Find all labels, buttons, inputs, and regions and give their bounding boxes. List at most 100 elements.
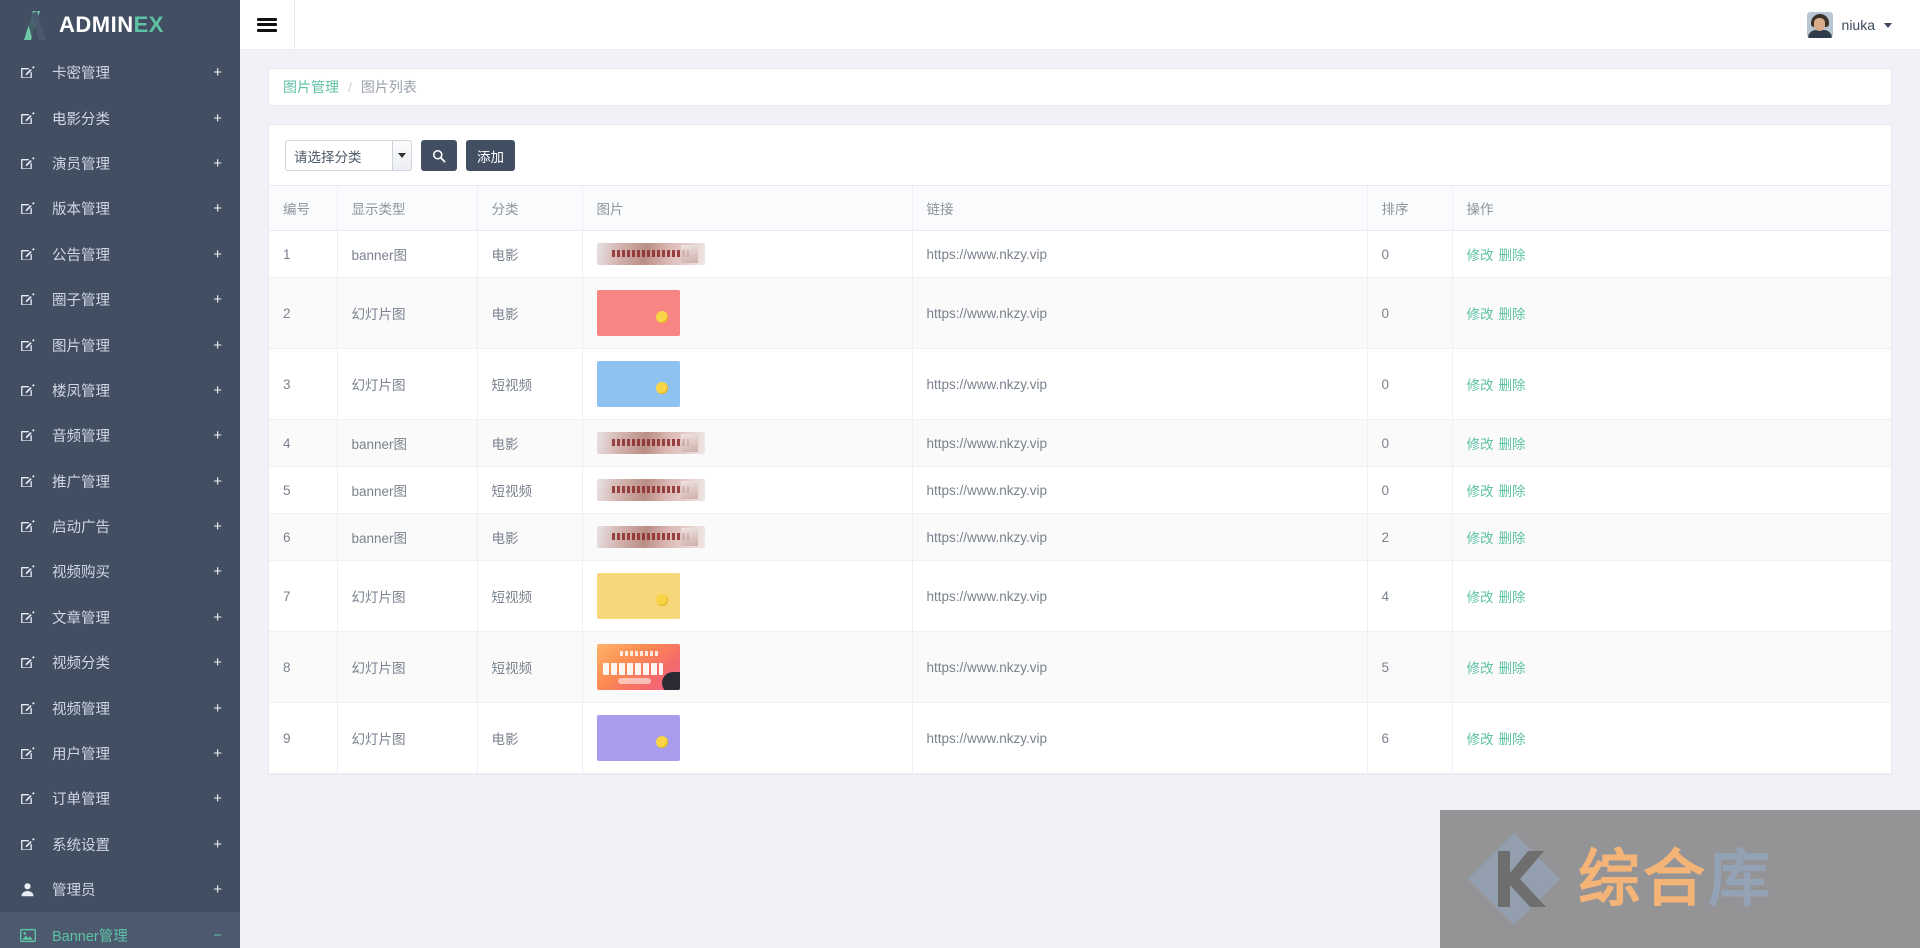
edit-link[interactable]: 修改 — [1467, 378, 1494, 393]
edit-link[interactable]: 修改 — [1467, 661, 1494, 676]
sidebar-item-3[interactable]: 演员管理 + — [0, 141, 240, 186]
delete-link[interactable]: 删除 — [1499, 307, 1526, 322]
brand-logo-area[interactable]: ADMINEX — [0, 0, 240, 50]
edit-link[interactable]: 修改 — [1467, 307, 1494, 322]
sidebar-item-expand-icon[interactable]: + — [213, 564, 222, 579]
sidebar-item-15[interactable]: 视频管理 + — [0, 685, 240, 730]
sidebar-item-expand-icon[interactable]: + — [213, 882, 222, 897]
edit-square-icon — [20, 474, 40, 489]
sidebar-item-20[interactable]: Banner管理 − — [0, 912, 240, 948]
sidebar-item-4[interactable]: 版本管理 + — [0, 186, 240, 231]
sidebar-item-label: 卡密管理 — [52, 66, 110, 83]
sidebar-item-17[interactable]: 订单管理 + — [0, 776, 240, 821]
column-header-id[interactable]: 编号 — [269, 185, 337, 231]
sidebar-item-expand-icon[interactable]: + — [213, 701, 222, 716]
breadcrumb-current: 图片列表 — [360, 79, 417, 95]
sidebar-item-11[interactable]: 启动广告 + — [0, 504, 240, 549]
sidebar-item-10[interactable]: 推广管理 + — [0, 459, 240, 504]
breadcrumb-root-link[interactable]: 图片管理 — [283, 77, 339, 97]
row-thumbnail-slide[interactable] — [596, 361, 680, 407]
cell-type: banner图 — [336, 419, 477, 467]
sidebar-item-expand-icon[interactable]: + — [213, 610, 222, 625]
cell-link: https://www.nkzy.vip — [911, 631, 1367, 703]
row-thumbnail-banner[interactable] — [596, 526, 705, 548]
sidebar-item-expand-icon[interactable]: + — [213, 837, 222, 852]
delete-link[interactable]: 删除 — [1499, 484, 1526, 499]
row-thumbnail-promo[interactable] — [596, 644, 680, 690]
sidebar-item-expand-icon[interactable]: + — [213, 428, 222, 443]
category-select-dropdown-button[interactable] — [393, 140, 412, 171]
sidebar-item-8[interactable]: 楼凤管理 + — [0, 368, 240, 413]
sidebar-item-1[interactable]: 卡密管理 + — [0, 50, 240, 95]
row-thumbnail-banner[interactable] — [596, 479, 705, 501]
column-header-image[interactable]: 图片 — [581, 185, 912, 231]
sidebar-item-expand-icon[interactable]: + — [213, 247, 222, 262]
sidebar-item-5[interactable]: 公告管理 + — [0, 232, 240, 277]
sidebar-item-12[interactable]: 视频购买 + — [0, 549, 240, 594]
row-thumbnail-slide[interactable] — [596, 715, 680, 761]
sidebar-item-expand-icon[interactable]: + — [213, 474, 222, 489]
sidebar-item-13[interactable]: 文章管理 + — [0, 595, 240, 640]
column-header-sort[interactable]: 排序 — [1366, 185, 1452, 231]
edit-link[interactable]: 修改 — [1467, 484, 1494, 499]
delete-link[interactable]: 删除 — [1499, 661, 1526, 676]
column-header-type[interactable]: 显示类型 — [336, 185, 477, 231]
search-button[interactable] — [421, 140, 457, 171]
edit-link[interactable]: 修改 — [1467, 248, 1494, 263]
breadcrumb-separator: / — [348, 79, 352, 95]
delete-link[interactable]: 删除 — [1499, 378, 1526, 393]
sidebar-item-2[interactable]: 电影分类 + — [0, 95, 240, 140]
category-select[interactable]: 请选择分类 — [285, 140, 412, 171]
brand-name-accent: EX — [133, 12, 164, 37]
sidebar-item-6[interactable]: 圈子管理 + — [0, 277, 240, 322]
sidebar-item-9[interactable]: 音频管理 + — [0, 413, 240, 458]
delete-link[interactable]: 删除 — [1499, 248, 1526, 263]
sidebar-item-16[interactable]: 用户管理 + — [0, 731, 240, 776]
topbar-divider — [294, 0, 295, 50]
sidebar-item-18[interactable]: 系统设置 + — [0, 822, 240, 867]
sidebar-item-14[interactable]: 视频分类 + — [0, 640, 240, 685]
row-thumbnail-banner[interactable] — [596, 243, 705, 265]
sidebar-item-19[interactable]: 管理员 + — [0, 867, 240, 912]
sidebar-item-expand-icon[interactable]: + — [213, 65, 222, 80]
sidebar-item-expand-icon[interactable]: + — [213, 292, 222, 307]
sidebar-item-expand-icon[interactable]: + — [213, 746, 222, 761]
delete-link[interactable]: 删除 — [1499, 437, 1526, 452]
add-button[interactable]: 添加 — [466, 140, 515, 171]
user-menu[interactable]: niuka — [1806, 11, 1920, 38]
row-thumbnail-banner[interactable] — [596, 432, 705, 454]
menu-toggle-button[interactable] — [240, 0, 294, 50]
sidebar-item-expand-icon[interactable]: + — [213, 156, 222, 171]
edit-link[interactable]: 修改 — [1467, 590, 1494, 605]
sidebar-item-expand-icon[interactable]: + — [213, 791, 222, 806]
cell-link: https://www.nkzy.vip — [911, 702, 1367, 774]
edit-square-icon — [20, 338, 40, 353]
row-thumbnail-slide[interactable] — [596, 290, 680, 336]
cell-type: banner图 — [336, 230, 477, 278]
sidebar-item-7[interactable]: 图片管理 + — [0, 322, 240, 367]
delete-link[interactable]: 删除 — [1499, 531, 1526, 546]
sidebar: ADMINEX 卡密管理 + 电影分类 + 演员管理 + 版本管理 + 公告管理 + 圈子管理 + 图片… — [0, 0, 240, 948]
sidebar-item-expand-icon[interactable]: + — [213, 655, 222, 670]
column-header-link[interactable]: 链接 — [911, 185, 1367, 231]
edit-link[interactable]: 修改 — [1467, 437, 1494, 452]
sidebar-item-expand-icon[interactable]: + — [213, 201, 222, 216]
table-row: 5 banner图 短视频 https://www.nkzy.vip 0 修改 删除 — [269, 466, 1891, 514]
edit-link[interactable]: 修改 — [1467, 531, 1494, 546]
category-select-value[interactable]: 请选择分类 — [285, 140, 393, 171]
sidebar-item-expand-icon[interactable]: + — [213, 519, 222, 534]
sidebar-item-expand-icon[interactable]: + — [213, 111, 222, 126]
image-list-table: 编号 显示类型 分类 图片 链接 排序 操作 1 banner图 电影 https:/… — [269, 185, 1891, 774]
sidebar-item-expand-icon[interactable]: + — [213, 383, 222, 398]
brand-name: ADMINEX — [59, 12, 164, 38]
column-header-category[interactable]: 分类 — [476, 185, 582, 231]
cell-category: 电影 — [476, 702, 582, 774]
cell-type: 幻灯片图 — [336, 277, 477, 349]
sidebar-item-expand-icon[interactable]: − — [213, 928, 222, 943]
delete-link[interactable]: 删除 — [1499, 590, 1526, 605]
edit-link[interactable]: 修改 — [1467, 732, 1494, 747]
column-header-actions[interactable]: 操作 — [1451, 185, 1891, 231]
delete-link[interactable]: 删除 — [1499, 732, 1526, 747]
row-thumbnail-slide[interactable] — [596, 573, 680, 619]
sidebar-item-expand-icon[interactable]: + — [213, 338, 222, 353]
